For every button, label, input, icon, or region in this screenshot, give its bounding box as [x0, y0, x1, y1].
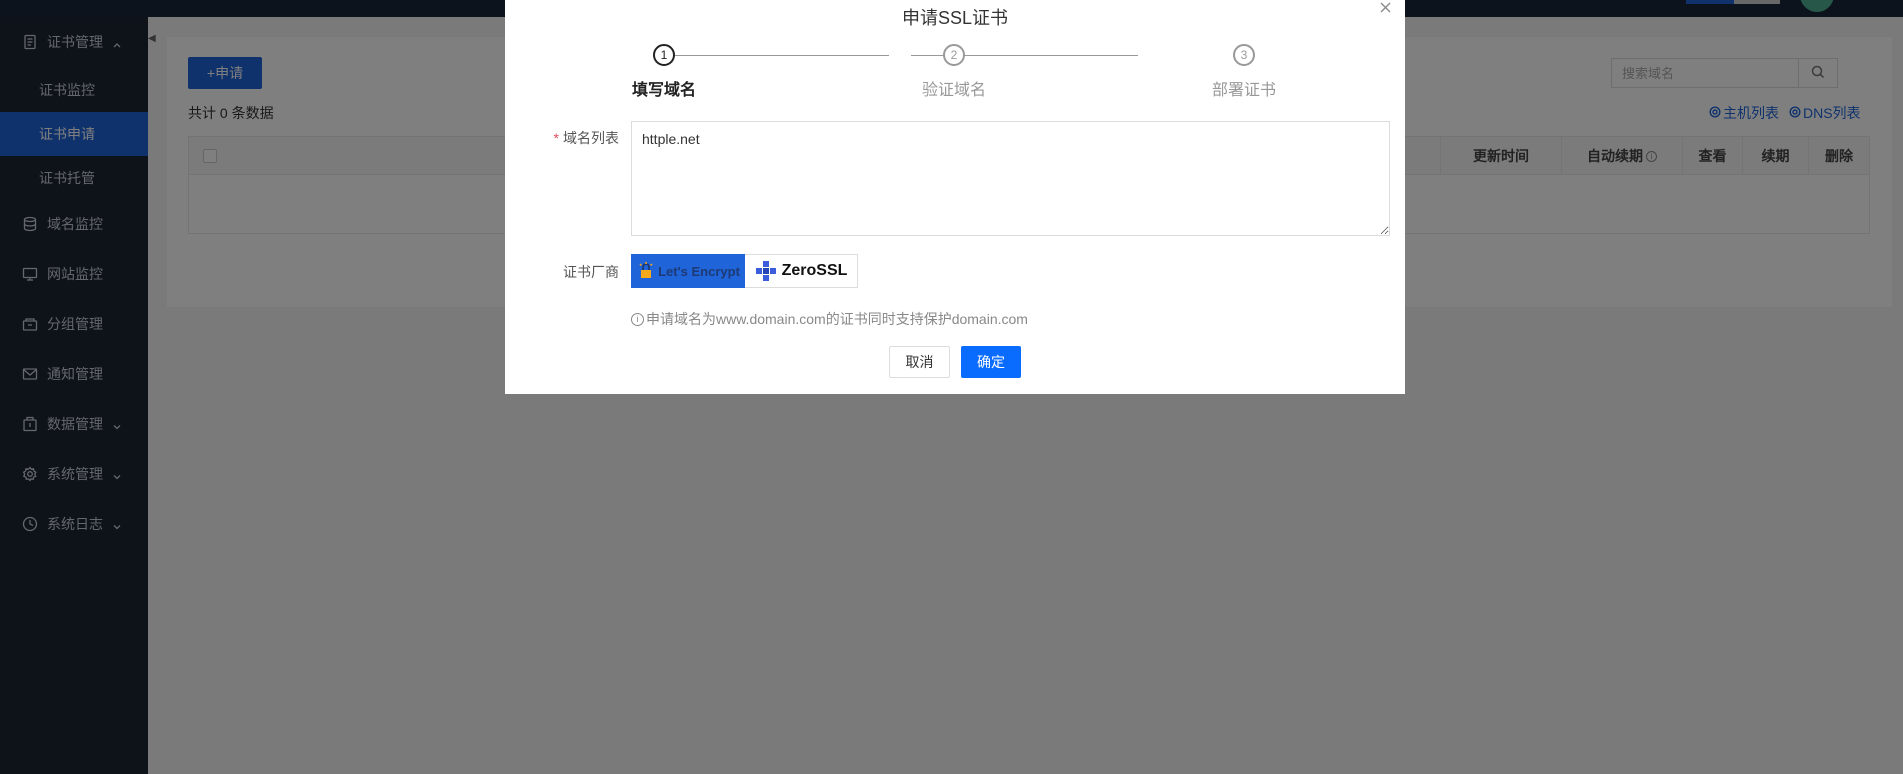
domain-list-textarea[interactable] — [631, 121, 1390, 236]
step-1-label: 填写域名 — [631, 82, 696, 99]
vendor-label: 证书厂商 — [563, 264, 619, 280]
close-button[interactable] — [1374, 0, 1396, 16]
step-3-label: 部署证书 — [1211, 82, 1276, 99]
zerossl-logo: ZeroSSL — [755, 260, 848, 282]
step-3-marker: 3 — [1233, 44, 1255, 66]
vendor-zerossl-option[interactable]: ZeroSSL — [745, 254, 858, 288]
steps: 1 2 3 填写域名 验证域名 部署证书 — [505, 44, 1405, 104]
letsencrypt-name: Let's Encrypt — [658, 263, 740, 279]
step-connector — [660, 55, 889, 56]
confirm-button[interactable]: 确定 — [961, 346, 1021, 378]
zerossl-name: ZeroSSL — [781, 262, 848, 279]
domain-list-label: * 域名列表 — [505, 128, 619, 148]
step-2-label: 验证域名 — [921, 82, 986, 99]
vendor-letsencrypt-option[interactable]: Let's Encrypt — [631, 254, 745, 288]
domain-tip-text: 申请域名为www.domain.com的证书同时支持保护domain.com — [646, 311, 1028, 327]
required-mark: * — [553, 130, 559, 146]
zerossl-icon — [755, 261, 776, 281]
domain-tip: i 申请域名为www.domain.com的证书同时支持保护domain.com — [631, 309, 1028, 329]
close-icon — [1380, 0, 1391, 16]
apply-ssl-dialog: 申请SSL证书 1 2 3 填写域名 验证域名 部署证书 *域名列表 证书厂商 … — [505, 0, 1405, 394]
letsencrypt-logo: Let's Encrypt — [636, 261, 740, 281]
cancel-button[interactable]: 取消 — [889, 346, 950, 378]
step-1-marker: 1 — [653, 44, 675, 66]
info-icon: i — [631, 312, 644, 326]
letsencrypt-icon — [639, 262, 653, 278]
domain-list-label-text: 域名列表 — [563, 130, 619, 146]
dialog-title: 申请SSL证书 — [901, 8, 1009, 28]
step-2-marker: 2 — [943, 44, 965, 66]
vendor-selector: Let's Encrypt ZeroSSL — [631, 254, 858, 288]
